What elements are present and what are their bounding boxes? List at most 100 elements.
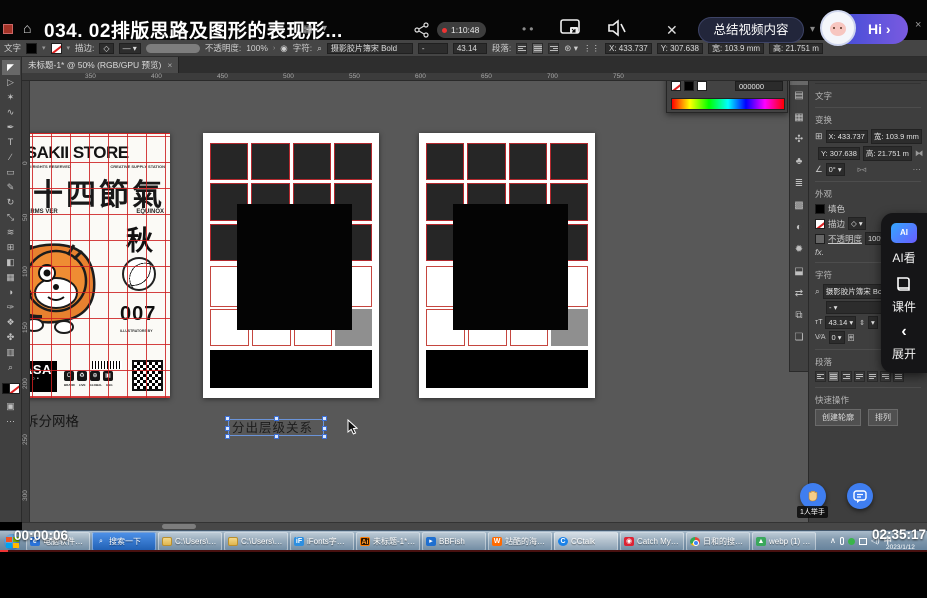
y-field[interactable]: Y: 307.638	[818, 147, 860, 160]
taskbar-item[interactable]: iFiFonts字体助手	[290, 532, 354, 551]
expand-chevron-icon[interactable]: ‹	[901, 325, 906, 339]
brush-preview[interactable]	[146, 44, 200, 53]
poster-grid-layout-2[interactable]	[419, 133, 595, 398]
color-spectrum[interactable]	[671, 98, 785, 110]
align-left-icon[interactable]	[516, 43, 527, 54]
justify-icon[interactable]	[854, 371, 865, 382]
taskbar-item[interactable]: W站酷的海报思路...	[488, 532, 552, 551]
white-swatch[interactable]	[697, 81, 707, 91]
pip-icon[interactable]	[560, 19, 582, 37]
swatches-panel-icon[interactable]: ▦	[790, 107, 808, 129]
y-field[interactable]: Y: 307.638	[657, 43, 703, 54]
justify-center-icon[interactable]	[867, 371, 878, 382]
taskbar-item[interactable]: CCCtalk	[554, 532, 618, 551]
flip-icons[interactable]: ▹◃	[858, 164, 867, 175]
taskbar-item[interactable]: ◉Catch My Brea...	[620, 532, 684, 551]
brush-select[interactable]: — ▾	[119, 43, 141, 54]
grid-icon[interactable]: ⋮⋮	[583, 43, 600, 54]
stroke-width-field[interactable]: ◇ ▾	[848, 217, 866, 230]
history-panel-icon[interactable]: ❏	[790, 327, 808, 349]
expand-label[interactable]: 展开	[892, 345, 916, 362]
x-field[interactable]: X: 433.737	[605, 43, 652, 54]
gradient-panel-icon[interactable]: ◐	[790, 217, 808, 239]
share-icon[interactable]	[414, 22, 430, 38]
lasso-tool[interactable]: ∿	[2, 105, 20, 120]
assistant-greeting[interactable]: Hi ›	[868, 21, 891, 37]
artboard-panel-icon[interactable]: ⧉	[790, 305, 808, 327]
more-dots-icon[interactable]: ••	[522, 22, 536, 36]
link-dimensions-icon[interactable]: ⧓	[915, 148, 924, 159]
reference-point-icon[interactable]: ⊞	[815, 131, 823, 142]
note-split-grid[interactable]: 拆分网格	[25, 410, 79, 430]
poster-original[interactable]: ASAKII STORE ©ASAKII RIGHTS RESERVED CRE…	[24, 133, 170, 398]
home-icon[interactable]: ⌂	[23, 20, 31, 36]
height-field[interactable]: 高: 21.751 m	[863, 146, 912, 161]
ai-watch-label[interactable]: AI看	[892, 249, 915, 266]
fill-swatch[interactable]	[815, 204, 825, 214]
zoom-tool[interactable]: ⌕	[2, 360, 20, 375]
more-tools-icon[interactable]: ⋯	[2, 414, 20, 429]
poster-grid-layout[interactable]	[203, 133, 379, 398]
line-tool[interactable]: ∕	[2, 150, 20, 165]
stroke-width-field[interactable]: ◇	[99, 43, 113, 54]
font-style-field[interactable]: -	[418, 43, 448, 54]
align-right-icon[interactable]	[841, 371, 852, 382]
document-tab[interactable]: 未标题-1* @ 50% (RGB/GPU 预览)×	[22, 57, 179, 73]
layers-panel-icon[interactable]: ▩	[790, 195, 808, 217]
none-swatch[interactable]	[671, 81, 681, 91]
taskbar-item[interactable]: 日和的搜索结果...	[686, 532, 750, 551]
chevron-down-icon[interactable]: ▾	[322, 23, 327, 34]
align-panel-icon[interactable]: ⬓	[790, 261, 808, 283]
display-icon[interactable]	[859, 538, 867, 545]
taskbar-item[interactable]: ▲webp (1) 转图...	[752, 532, 816, 551]
courseware-label[interactable]: 课件	[892, 298, 916, 315]
effects-icon[interactable]: ⊛ ▾	[564, 43, 578, 54]
angle-field[interactable]: 0° ▾	[826, 163, 845, 176]
stroke-swatch[interactable]	[815, 219, 825, 229]
effects-panel-icon[interactable]: ✹	[790, 239, 808, 261]
selection-tool[interactable]: ◤	[2, 60, 20, 75]
courseware-icon[interactable]	[895, 276, 913, 292]
chat-button[interactable]	[847, 483, 873, 509]
selected-text-frame[interactable]: 分出层级关系	[228, 419, 324, 436]
fill-swatch[interactable]	[26, 43, 37, 54]
tray-expand-icon[interactable]: ∧	[830, 536, 836, 546]
leading-field[interactable]: ▾	[868, 316, 878, 329]
arrange-button[interactable]: 排列	[868, 409, 898, 426]
scrollbar-thumb[interactable]	[162, 524, 196, 529]
scale-tool[interactable]: ⤡	[2, 210, 20, 225]
opacity-value[interactable]: 100%	[246, 43, 268, 53]
width-tool[interactable]: ≋	[2, 225, 20, 240]
mic-icon[interactable]	[840, 537, 844, 545]
window-close-icon[interactable]: ×	[915, 19, 921, 31]
direct-selection-tool[interactable]: ▷	[2, 75, 20, 90]
pen-tool[interactable]: ✒	[2, 120, 20, 135]
h-field[interactable]: 高: 21.751 m	[769, 43, 823, 54]
mute-horn-icon[interactable]	[606, 19, 626, 37]
chevron-down-icon[interactable]: ▾	[810, 24, 815, 35]
align-right-icon[interactable]	[548, 43, 559, 54]
kerning-field[interactable]: 0 ▾	[829, 331, 845, 344]
shape-builder-tool[interactable]: ◧	[2, 255, 20, 270]
style-icon[interactable]: ◉	[280, 43, 287, 54]
create-outlines-button[interactable]: 创建轮廓	[815, 409, 861, 426]
horizontal-scrollbar[interactable]	[22, 522, 927, 530]
pages-panel-icon[interactable]: ▤	[790, 85, 808, 107]
tab-close-icon[interactable]: ×	[167, 60, 172, 70]
assistant-avatar[interactable]	[820, 10, 856, 46]
black-swatch[interactable]	[684, 81, 694, 91]
font-size-field[interactable]: 43.14	[453, 43, 487, 54]
pencil-tool[interactable]: ✎	[2, 180, 20, 195]
x-field[interactable]: X: 433.737	[826, 130, 868, 143]
symbol-tool[interactable]: ✤	[2, 330, 20, 345]
fx-label[interactable]: fx.	[815, 247, 824, 257]
hand-panel-icon[interactable]: ✣	[790, 129, 808, 151]
rotate-tool[interactable]: ↻	[2, 195, 20, 210]
stroke-swatch[interactable]	[51, 43, 62, 54]
font-size-field[interactable]: 43.14 ▾	[825, 316, 856, 329]
align-center-icon[interactable]	[532, 43, 543, 54]
summarize-video-button[interactable]: 总结视频内容	[698, 17, 804, 43]
draw-mode-icon[interactable]: ▣	[2, 399, 20, 414]
font-field[interactable]: 摄影胶片簿宋 Bold	[327, 43, 413, 54]
taskbar-item[interactable]: C:\Users\Admi...	[158, 532, 222, 551]
